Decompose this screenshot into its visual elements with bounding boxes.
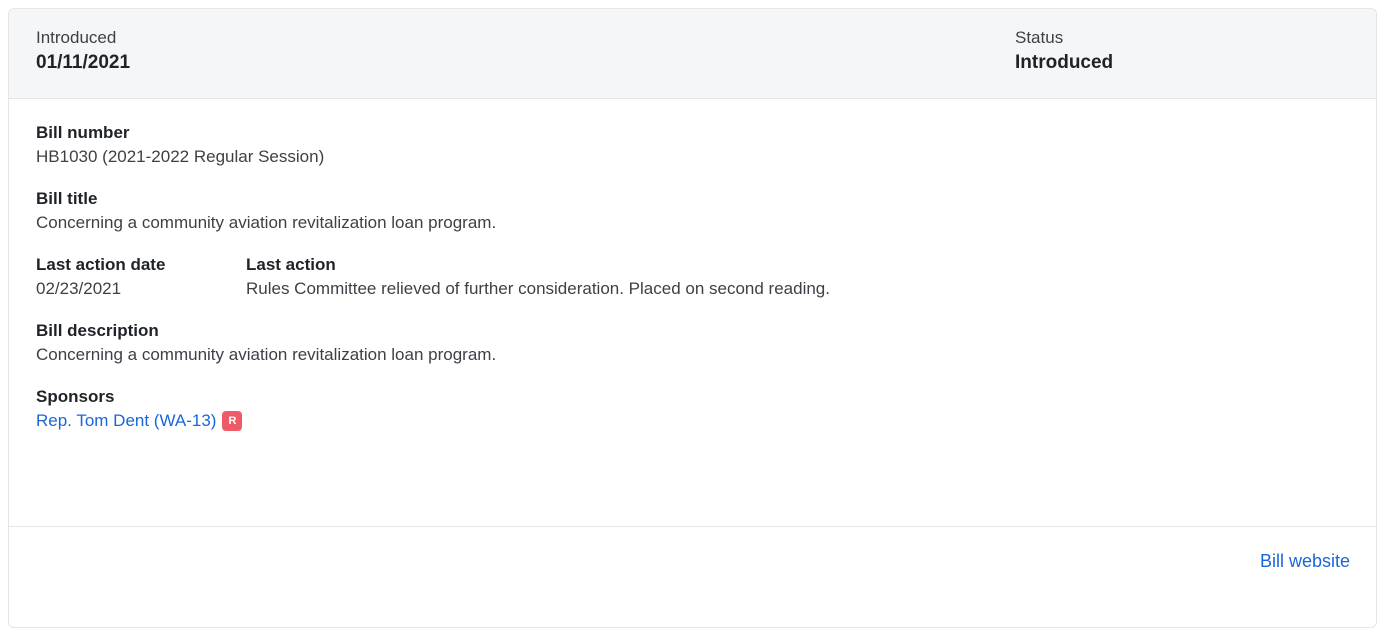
sponsor-link[interactable]: Rep. Tom Dent (WA-13) <box>36 409 216 433</box>
bill-title-label: Bill title <box>36 189 98 208</box>
sponsors-label: Sponsors <box>36 387 115 406</box>
last-action-value: Rules Committee relieved of further cons… <box>246 279 830 298</box>
bill-title-value: Concerning a community aviation revitali… <box>36 213 497 232</box>
status-value: Introduced <box>1015 52 1114 73</box>
bill-description-value: Concerning a community aviation revitali… <box>36 345 497 364</box>
bill-number-field: Bill number HB1030 (2021-2022 Regular Se… <box>36 121 1349 169</box>
last-action-field: Last action Rules Committee relieved of … <box>246 253 830 301</box>
card-header: Introduced 01/11/2021 Status Introduced <box>9 9 1376 99</box>
bill-title-field: Bill title Concerning a community aviati… <box>36 187 1349 235</box>
last-action-date-label: Last action date <box>36 255 166 274</box>
party-badge: R <box>222 411 243 431</box>
card-footer: Bill website <box>9 527 1376 607</box>
introduced-label: Introduced <box>36 28 117 47</box>
bill-description-label: Bill description <box>36 321 159 340</box>
bill-website-link[interactable]: Bill website <box>1260 551 1350 572</box>
status-block: Status Introduced <box>1015 26 1113 76</box>
sponsors-field: Sponsors Rep. Tom Dent (WA-13) R <box>36 385 1349 433</box>
last-action-date-field: Last action date 02/23/2021 <box>36 253 246 301</box>
last-action-date-value: 02/23/2021 <box>36 279 122 298</box>
last-action-label: Last action <box>246 255 336 274</box>
bill-number-label: Bill number <box>36 123 130 142</box>
bill-number-value: HB1030 (2021-2022 Regular Session) <box>36 147 325 166</box>
status-label: Status <box>1015 28 1064 47</box>
bill-description-field: Bill description Concerning a community … <box>36 319 1349 367</box>
card-body: Bill number HB1030 (2021-2022 Regular Se… <box>9 99 1376 527</box>
introduced-block: Introduced 01/11/2021 <box>36 26 130 76</box>
last-action-row: Last action date 02/23/2021 Last action … <box>36 253 1349 301</box>
introduced-date: 01/11/2021 <box>36 52 131 73</box>
bill-card: Introduced 01/11/2021 Status Introduced … <box>8 8 1377 628</box>
sponsor-item: Rep. Tom Dent (WA-13) R <box>36 409 1349 433</box>
